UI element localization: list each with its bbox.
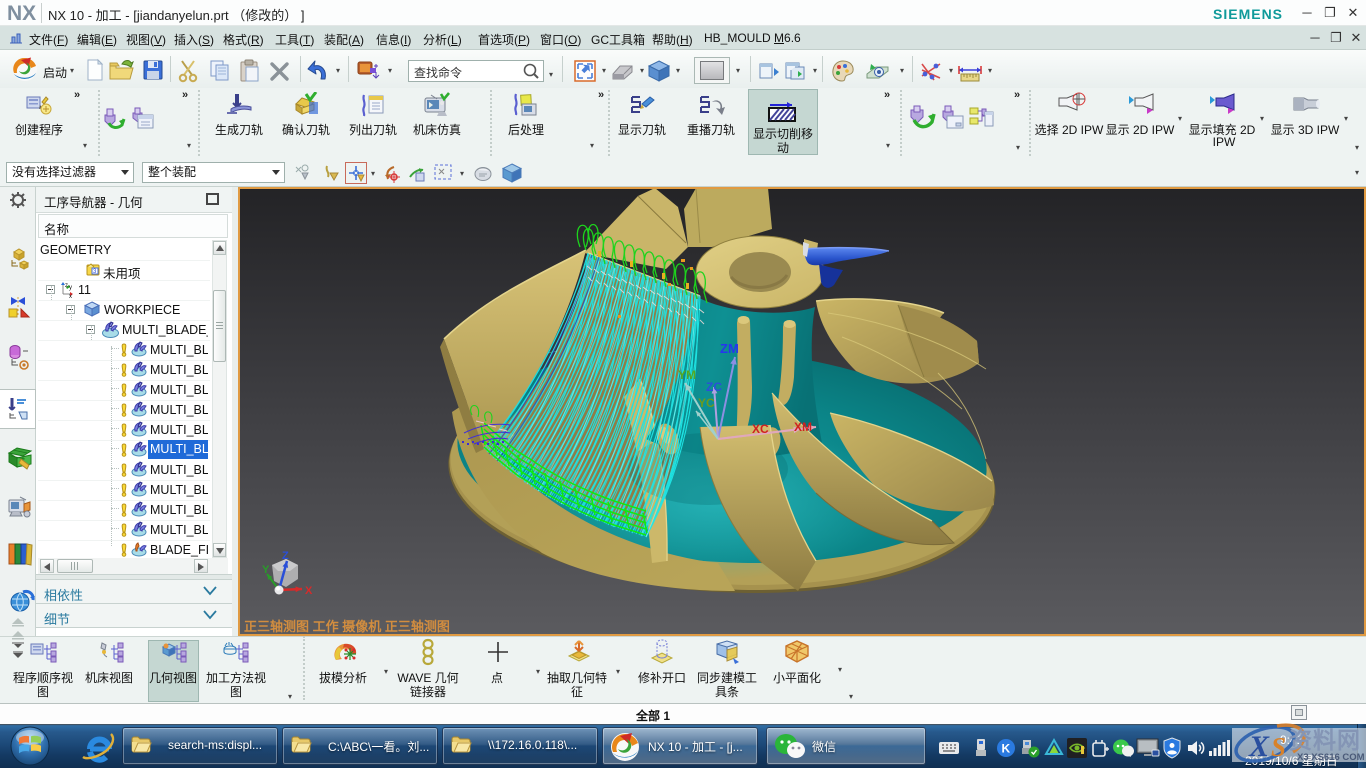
svg-text:X: X (305, 585, 313, 597)
svg-text:K: K (1002, 742, 1011, 756)
svg-text:S: S (1271, 732, 1286, 762)
svg-text:XM: XM (794, 420, 812, 434)
svg-text:YC: YC (698, 396, 715, 410)
svg-text:y: y (69, 285, 72, 291)
svg-text:z: z (65, 283, 68, 289)
svg-text:x: x (69, 294, 72, 298)
svg-text:Y: Y (262, 564, 270, 576)
svg-text:Z: Z (282, 550, 289, 562)
svg-text:XC: XC (752, 422, 769, 436)
svg-text:ZM: ZM (720, 341, 739, 356)
svg-text:X3 XS616 COM: X3 XS616 COM (1297, 752, 1365, 763)
svg-text:正三轴测图 工作 摄像机 正三轴测图: 正三轴测图 工作 摄像机 正三轴测图 (244, 619, 450, 634)
svg-text:ZC: ZC (706, 380, 722, 394)
svg-text:YM: YM (678, 368, 696, 382)
svg-text:X: X (1248, 730, 1270, 763)
svg-text:资料网: 资料网 (1289, 727, 1361, 753)
